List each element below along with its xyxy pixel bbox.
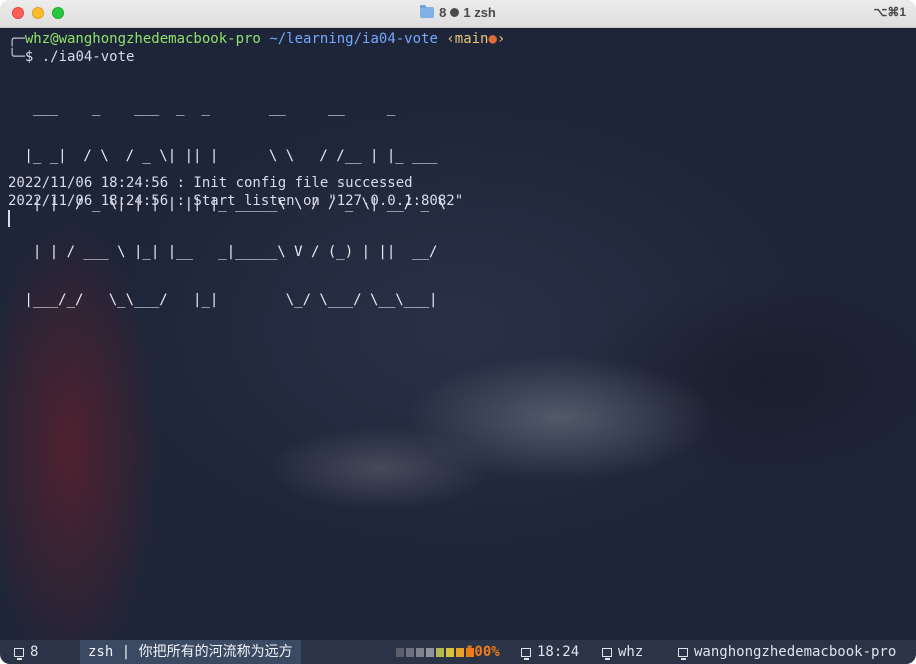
- log-line: 2022/11/06 18:24:56 : Start listen on "1…: [8, 193, 464, 209]
- terminal-window: 8 1 zsh ⌥⌘1 ╭─whz@wanghongzhedemacbook-pr…: [0, 0, 916, 664]
- battery-meter-segment: [396, 648, 404, 657]
- monitor-icon: [14, 648, 24, 660]
- ascii-row: |_ _| / \ / _ \| || | \ \ / /__ | |_ ___: [16, 148, 438, 164]
- status-host: wanghongzhedemacbook-pro: [672, 640, 902, 664]
- tmux-status-bar: 8 zsh | 你把所有的河流称为远方 100% 18:24 whz wangh…: [0, 640, 916, 664]
- log-line: 2022/11/06 18:24:56 : Init config file s…: [8, 175, 413, 191]
- prompt-line-2: ╰─$ ./ia04-vote: [8, 49, 135, 65]
- ascii-row: |___/_/ \_\___/ |_| \_/ \___/ \__\___|: [16, 292, 438, 308]
- battery-meter-segment: [446, 648, 454, 657]
- git-close: ›: [496, 31, 506, 47]
- git-open: ‹: [446, 31, 455, 47]
- time-text: 18:24: [537, 644, 580, 660]
- text-cursor: [8, 210, 10, 227]
- prompt-path: ~/learning/ia04-vote: [269, 31, 438, 47]
- battery-meter-segment: [406, 648, 414, 657]
- title-tab-number: 8: [439, 5, 447, 20]
- monitor-icon: [602, 648, 612, 660]
- user-text: whz: [618, 644, 644, 660]
- status-window-title[interactable]: zsh | 你把所有的河流称为远方: [80, 640, 301, 664]
- title-bar[interactable]: 8 1 zsh ⌥⌘1: [0, 0, 916, 28]
- battery-meter-segment: [416, 648, 424, 657]
- prompt-user-host: whz@wanghongzhedemacbook-pro: [24, 31, 261, 47]
- git-dirty-icon: ●: [488, 31, 497, 47]
- host-text: wanghongzhedemacbook-pro: [694, 644, 897, 660]
- window-title: 8 1 zsh: [0, 5, 916, 20]
- status-window-index[interactable]: 8: [8, 640, 44, 664]
- monitor-icon: [678, 648, 688, 660]
- ascii-row: | | / ___ \ |_| |__ _|_____\ V / (_) | |…: [16, 244, 438, 260]
- title-process: 1 zsh: [463, 5, 496, 20]
- prompt-line-1: ╭─whz@wanghongzhedemacbook-pro ~/learnin…: [8, 31, 506, 47]
- git-branch: main: [454, 31, 489, 47]
- battery-percent: 100%: [466, 644, 500, 660]
- window-index-text: 8: [30, 644, 39, 660]
- ascii-row: ___ _ ___ _ _ __ __ _: [16, 100, 396, 116]
- window-shortcut: ⌥⌘1: [873, 5, 906, 19]
- terminal-output[interactable]: ╭─whz@wanghongzhedemacbook-pro ~/learnin…: [0, 28, 916, 640]
- title-dot-icon: [450, 8, 460, 17]
- status-user: whz: [596, 640, 649, 664]
- status-time: 18:24: [515, 640, 585, 664]
- battery-meter-segment: [426, 648, 434, 657]
- battery-meter-segment: [436, 648, 444, 657]
- prompt-symbol: $: [24, 49, 34, 65]
- command-text: ./ia04-vote: [41, 49, 135, 65]
- monitor-icon: [521, 648, 531, 660]
- folder-icon: [420, 5, 435, 18]
